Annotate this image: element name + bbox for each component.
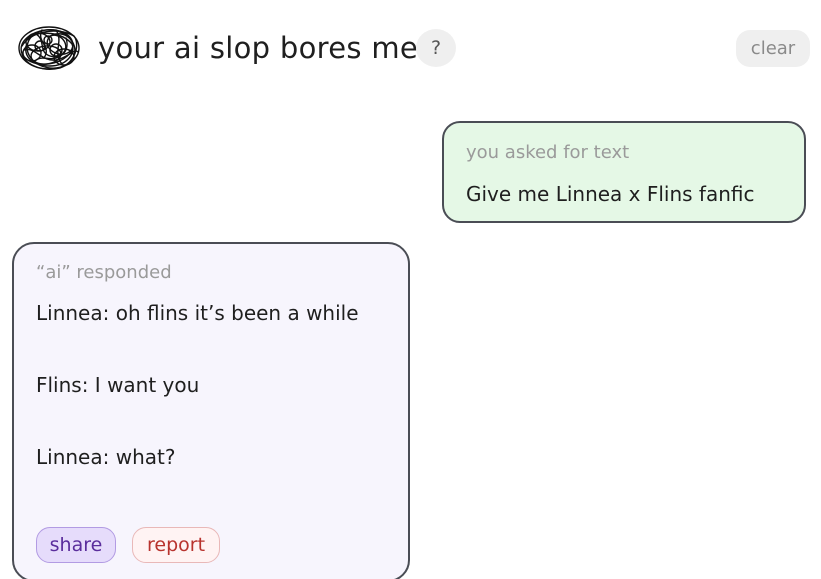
ai-response-bubble: “ai” responded Linnea: oh flins it’s bee… <box>12 242 410 579</box>
report-button[interactable]: report <box>132 527 220 563</box>
user-message-bubble: you asked for text Give me Linnea x Flin… <box>442 121 806 223</box>
help-button[interactable]: ? <box>416 29 456 67</box>
clear-button[interactable]: clear <box>736 30 810 67</box>
app-title: your ai slop bores me <box>98 31 419 65</box>
user-message-caption: you asked for text <box>466 142 630 163</box>
ai-response-line: Linnea: what? <box>36 445 176 469</box>
ai-response-line: Flins: I want you <box>36 373 200 397</box>
page: your ai slop bores me ? clear you asked … <box>0 0 821 579</box>
ai-response-line: Linnea: oh flins it’s been a while <box>36 301 359 325</box>
scribble-logo-icon[interactable] <box>16 22 82 74</box>
share-button[interactable]: share <box>36 527 116 563</box>
user-message-text: Give me Linnea x Flins fanfic <box>466 182 755 206</box>
ai-response-caption: “ai” responded <box>36 262 172 283</box>
